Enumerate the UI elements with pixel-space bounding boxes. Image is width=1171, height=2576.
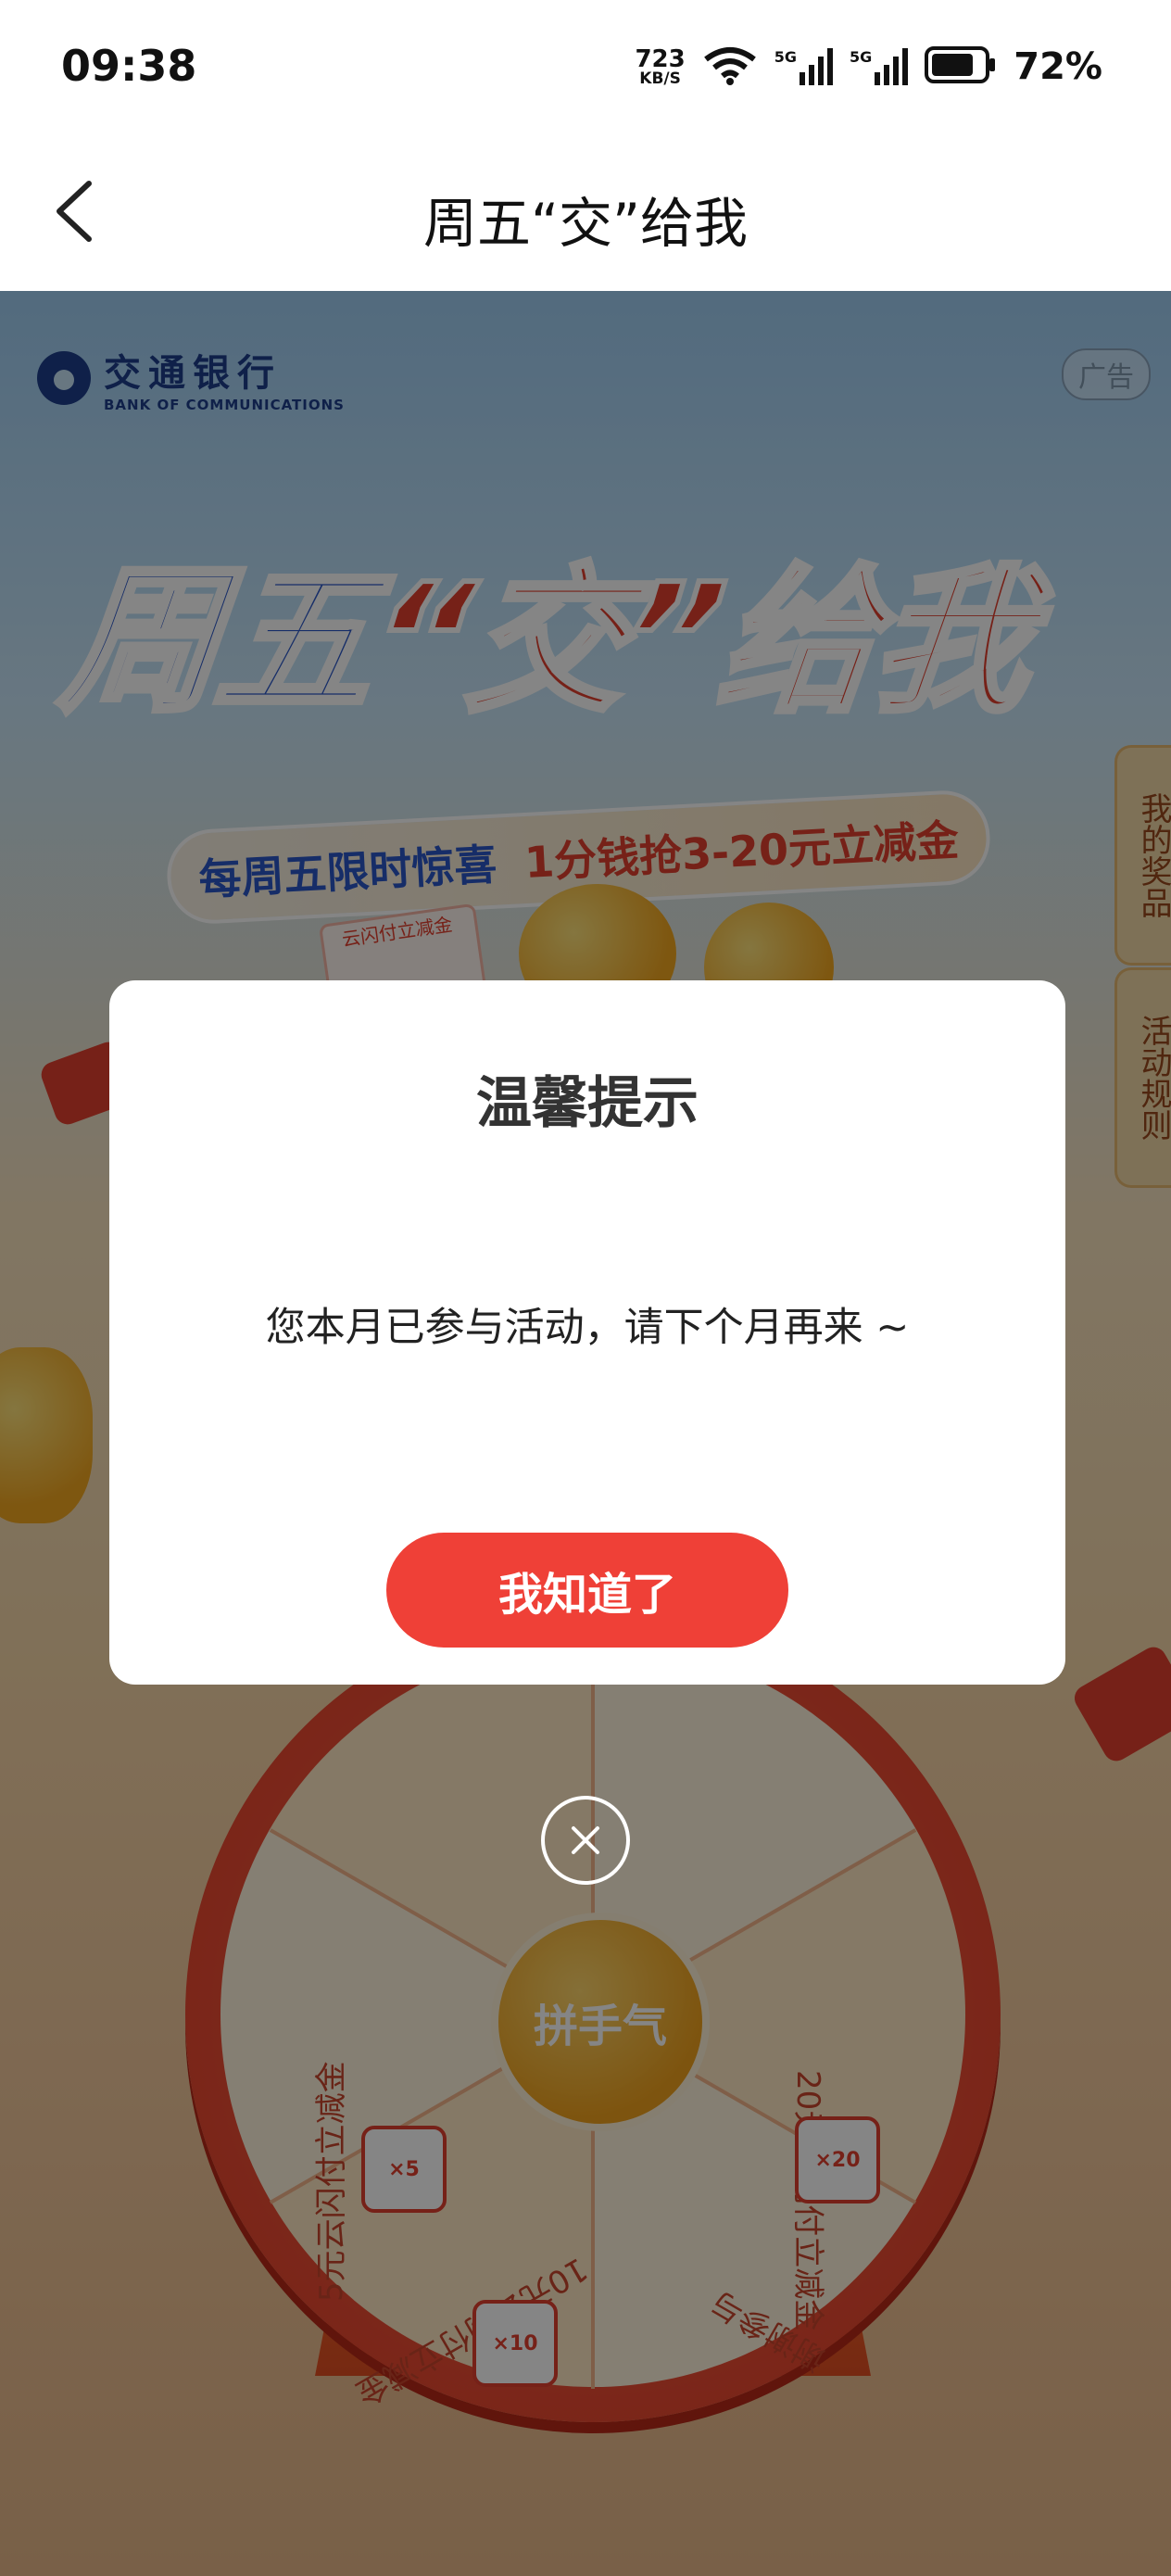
- status-bar: 09:38 723 KB/S 5G 5G 72%: [0, 0, 1171, 139]
- close-button[interactable]: [541, 1796, 630, 1885]
- signal-label: 5G: [774, 48, 797, 66]
- battery-percentage: 72%: [1014, 45, 1102, 88]
- dialog-message: 您本月已参与活动，请下个月再来 ~: [265, 1305, 910, 1351]
- signal-label-2: 5G: [849, 48, 873, 66]
- page-title: 周五“交”给我: [422, 192, 749, 255]
- notice-dialog: 温馨提示 您本月已参与活动，请下个月再来 ~ 我知道了: [109, 980, 1065, 1685]
- cellular-signal-icon-2: 5G: [849, 48, 909, 85]
- confirm-button[interactable]: 我知道了: [386, 1533, 788, 1648]
- network-speed-unit: KB/S: [639, 69, 681, 88]
- dialog-title: 温馨提示: [476, 1071, 699, 1136]
- status-time: 09:38: [61, 41, 197, 91]
- close-icon: [572, 1826, 599, 1854]
- cellular-signal-icon: 5G: [774, 48, 833, 85]
- battery-icon: [925, 46, 997, 87]
- network-speed-value: 723: [635, 44, 686, 73]
- nav-bar: 周五“交”给我: [0, 139, 1171, 292]
- status-indicators: 723 KB/S 5G 5G 72%: [635, 44, 1102, 89]
- wifi-icon: [702, 44, 758, 89]
- network-speed: 723 KB/S: [635, 47, 685, 87]
